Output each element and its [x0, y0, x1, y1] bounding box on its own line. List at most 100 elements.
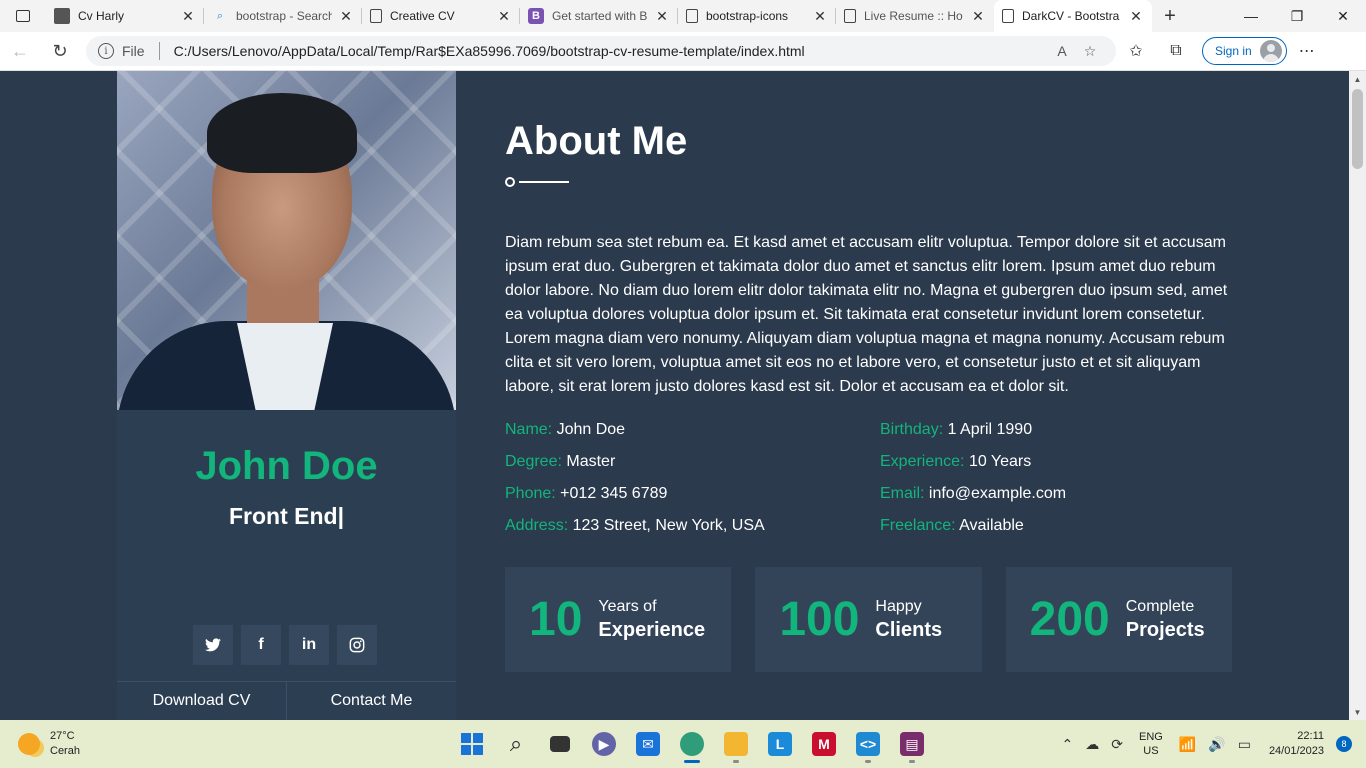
- weather-widget[interactable]: 27°C Cerah: [18, 729, 138, 759]
- vscode-button[interactable]: <>: [846, 724, 890, 764]
- wifi-icon[interactable]: 📶: [1179, 736, 1196, 753]
- sign-in-button[interactable]: Sign in: [1202, 37, 1287, 65]
- restore-button[interactable]: ❐: [1274, 0, 1320, 32]
- collections-icon[interactable]: ⧉: [1156, 35, 1196, 67]
- browser-tab-strip: Cv Harly ✕ ⌕ bootstrap - Search ✕ Creati…: [0, 0, 1366, 32]
- social-links: f in: [193, 625, 377, 665]
- weather-sun-icon: [18, 733, 40, 755]
- add-favorite-icon[interactable]: ☆: [1076, 43, 1104, 60]
- scrollbar-thumb[interactable]: [1352, 89, 1363, 169]
- mail-button[interactable]: ✉: [626, 724, 670, 764]
- file-label: File: [122, 43, 145, 59]
- info-degree: Degree: Master: [505, 453, 616, 470]
- language-indicator[interactable]: ENG US: [1139, 730, 1163, 758]
- battery-icon[interactable]: ▭: [1238, 736, 1251, 753]
- onedrive-icon[interactable]: ☁: [1085, 736, 1099, 753]
- weather-temp: 27°C: [50, 730, 75, 742]
- page-icon: [370, 9, 382, 23]
- title-decoration: [505, 177, 569, 187]
- tab-darkcv-active[interactable]: DarkCV - Bootstra ✕: [994, 0, 1152, 32]
- scroll-down-icon[interactable]: ▼: [1349, 704, 1366, 720]
- favorites-icon[interactable]: ✩: [1116, 35, 1156, 67]
- chat-icon: ▶: [592, 732, 616, 756]
- tab-actions-button[interactable]: [0, 0, 46, 32]
- instagram-icon[interactable]: [337, 625, 377, 665]
- page-icon: [844, 9, 856, 23]
- close-tab-icon[interactable]: ✕: [180, 8, 196, 24]
- info-icon[interactable]: i: [98, 43, 114, 59]
- info-email: Email: info@example.com: [880, 485, 1067, 502]
- volume-icon[interactable]: 🔊: [1208, 736, 1225, 753]
- close-tab-icon[interactable]: ✕: [496, 8, 512, 24]
- info-experience: Experience: 10 Years: [880, 453, 1032, 470]
- url-input[interactable]: i File C:/Users/Lenovo/AppData/Local/Tem…: [86, 36, 1116, 66]
- mail-icon: ✉: [636, 732, 660, 756]
- tab-actions-icon: [16, 10, 30, 22]
- new-tab-button[interactable]: +: [1152, 0, 1188, 32]
- more-menu-icon[interactable]: ⋯: [1287, 35, 1327, 67]
- edge-button[interactable]: [670, 724, 714, 764]
- stat-card-clients: 100 Happy Clients: [755, 567, 982, 672]
- close-tab-icon[interactable]: ✕: [970, 8, 986, 24]
- tab-live-resume[interactable]: Live Resume :: Ho ✕: [836, 0, 994, 32]
- edge-icon: [680, 732, 704, 756]
- profile-name: John Doe: [195, 444, 378, 488]
- mcafee-button[interactable]: M: [802, 724, 846, 764]
- weather-desc: Cerah: [50, 745, 80, 757]
- twitter-icon[interactable]: [193, 625, 233, 665]
- search-button[interactable]: ⌕: [494, 724, 538, 764]
- page-icon: [1002, 9, 1014, 23]
- refresh-button[interactable]: ↻: [40, 35, 80, 67]
- personal-info: Name: John Doe Birthday: 1 April 1990 De…: [505, 419, 1232, 537]
- mcafee-icon: M: [812, 732, 836, 756]
- user-photo-icon: [54, 8, 70, 24]
- sync-icon[interactable]: ⟳: [1111, 736, 1123, 753]
- tab-creative-cv[interactable]: Creative CV ✕: [362, 0, 520, 32]
- task-view-button[interactable]: [538, 724, 582, 764]
- profile-role: Front End|: [228, 503, 345, 529]
- tab-cv-harly[interactable]: Cv Harly ✕: [46, 0, 204, 32]
- info-freelance: Freelance: Available: [880, 517, 1024, 534]
- contact-me-button[interactable]: Contact Me: [287, 682, 456, 720]
- scroll-up-icon[interactable]: ▲: [1349, 71, 1366, 87]
- clock[interactable]: 22:11 24/01/2023: [1269, 729, 1324, 759]
- about-title: About Me: [505, 119, 688, 163]
- page-viewport: John Doe Front End| f in Download CV Con…: [0, 71, 1366, 720]
- download-cv-button[interactable]: Download CV: [117, 682, 287, 720]
- start-button[interactable]: [450, 724, 494, 764]
- page-scrollbar[interactable]: ▲ ▼: [1349, 71, 1366, 720]
- close-tab-icon[interactable]: ✕: [338, 8, 354, 24]
- tab-bootstrap-search[interactable]: ⌕ bootstrap - Search ✕: [204, 0, 362, 32]
- back-button[interactable]: ←: [0, 35, 40, 67]
- about-text: Diam rebum sea stet rebum ea. Et kasd am…: [505, 234, 1228, 395]
- teams-chat-button[interactable]: ▶: [582, 724, 626, 764]
- tab-bootstrap-icons[interactable]: bootstrap-icons ✕: [678, 0, 836, 32]
- bootstrap-icon: B: [528, 8, 544, 24]
- l-app-button[interactable]: L: [758, 724, 802, 764]
- windows-icon: [461, 733, 483, 755]
- info-phone: Phone: +012 345 6789: [505, 485, 668, 502]
- info-name: Name: John Doe: [505, 421, 626, 438]
- close-tab-icon[interactable]: ✕: [654, 8, 670, 24]
- close-window-button[interactable]: ✕: [1320, 0, 1366, 32]
- close-tab-icon[interactable]: ✕: [812, 8, 828, 24]
- winrar-icon: ▤: [900, 732, 924, 756]
- chevron-up-icon[interactable]: ⌃: [1062, 736, 1074, 753]
- address-bar: ← ↻ i File C:/Users/Lenovo/AppData/Local…: [0, 32, 1366, 71]
- divider: [158, 42, 160, 60]
- url-text: C:/Users/Lenovo/AppData/Local/Temp/Rar$E…: [173, 43, 805, 59]
- tab-get-started-bootstrap[interactable]: B Get started with B ✕: [520, 0, 678, 32]
- close-tab-icon[interactable]: ✕: [1128, 8, 1144, 24]
- page-icon: [686, 9, 698, 23]
- minimize-button[interactable]: —: [1228, 0, 1274, 32]
- read-aloud-icon[interactable]: A: [1048, 43, 1076, 59]
- file-explorer-button[interactable]: [714, 724, 758, 764]
- vscode-icon: <>: [856, 732, 880, 756]
- profile-photo: [117, 71, 456, 410]
- stats-row: 10 Years of Experience 100 Happy Clients 2…: [505, 567, 1232, 672]
- info-birthday: Birthday: 1 April 1990: [880, 421, 1033, 438]
- notification-badge[interactable]: 8: [1336, 736, 1352, 752]
- facebook-icon[interactable]: f: [241, 625, 281, 665]
- winrar-button[interactable]: ▤: [890, 724, 934, 764]
- linkedin-icon[interactable]: in: [289, 625, 329, 665]
